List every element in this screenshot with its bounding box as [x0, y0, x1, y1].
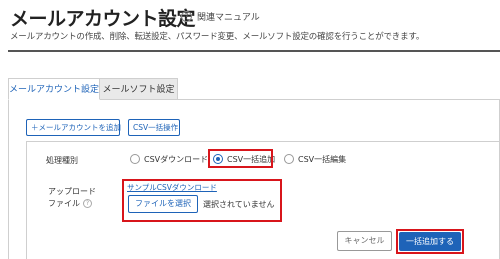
radio-label: CSVダウンロード — [144, 154, 209, 164]
help-manual-link[interactable]: ? 関連マニュアル — [181, 10, 260, 23]
help-manual-label: 関連マニュアル — [197, 13, 260, 23]
upload-file-label-line2: ファイル — [48, 199, 80, 208]
help-circle-icon: ? — [181, 11, 192, 22]
info-icon[interactable]: ? — [83, 199, 92, 208]
radio-csv-bulk-edit[interactable]: CSV一括編集 — [284, 152, 346, 166]
header-divider — [8, 50, 500, 52]
tab-mail-account-settings[interactable]: メールアカウント設定 — [8, 78, 100, 100]
radio-button[interactable] — [130, 154, 140, 164]
csv-bulk-operation-button[interactable]: CSV一括操作 — [128, 119, 180, 136]
radio-label: CSV一括編集 — [298, 154, 347, 164]
add-mail-account-button[interactable]: ＋メールアカウントを追加 — [26, 119, 121, 136]
radio-csv-download[interactable]: CSVダウンロード — [130, 152, 208, 166]
highlight-box — [208, 149, 273, 168]
highlight-box — [122, 179, 282, 222]
cancel-button[interactable]: キャンセル — [337, 231, 392, 251]
process-type-label: 処理種別 — [46, 156, 78, 165]
upload-file-label: アップロード ファイル? — [48, 186, 96, 210]
radio-button[interactable] — [284, 154, 294, 164]
upload-file-label-line1: アップロード — [48, 187, 96, 196]
tab-mail-software-settings[interactable]: メールソフト設定 — [100, 78, 178, 100]
tab-bar: メールアカウント設定 メールソフト設定 — [8, 78, 178, 100]
highlight-box — [396, 229, 464, 254]
page-title: メールアカウント設定 — [10, 8, 196, 30]
page-description: メールアカウントの作成、削除、転送設定、パスワード変更、メールソフト設定の確認を… — [10, 32, 425, 42]
